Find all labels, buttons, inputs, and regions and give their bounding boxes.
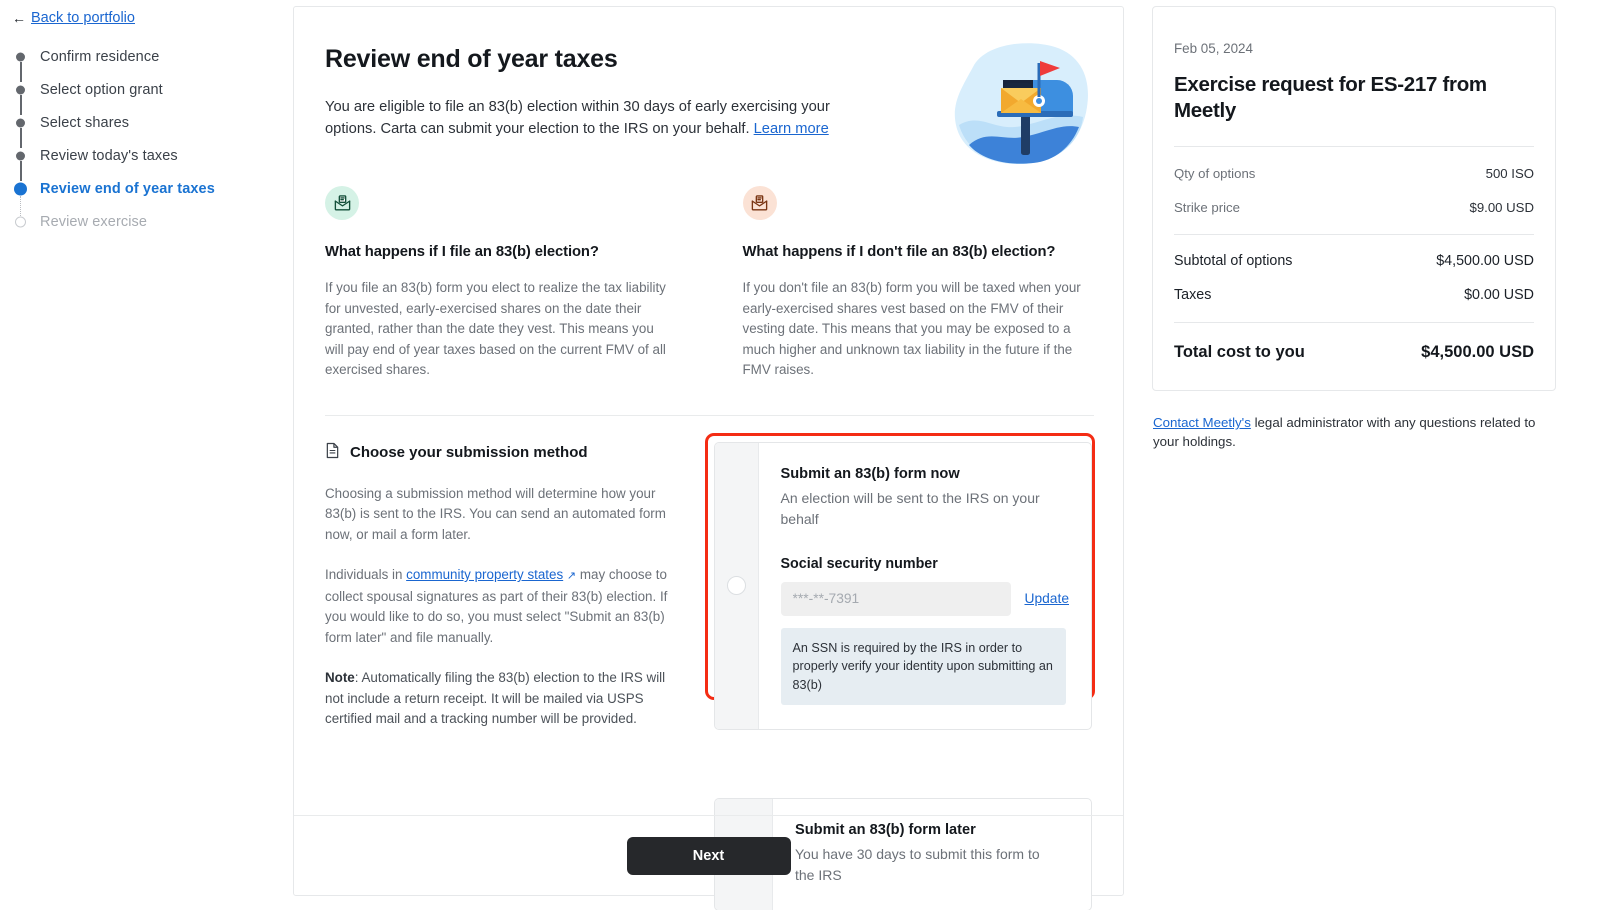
sidebar-step-review-todays-taxes[interactable]: Review today's taxes [0,139,293,181]
option-title: Submit an 83(b) form now [780,465,960,482]
summary-divider [1174,322,1534,323]
summary-row-label: Taxes [1174,287,1212,303]
sidebar-step-label: Select option grant [40,81,163,98]
sidebar-step-label: Review today's taxes [40,147,178,164]
sidebar-step-label: Confirm residence [40,48,160,65]
sidebar-step-review-end-of-year-taxes[interactable]: Review end of year taxes [0,172,293,216]
ssn-input[interactable] [780,581,1011,616]
note-text: : Automatically filing the 83(b) electio… [325,670,666,726]
faq-answer: If you don't file an 83(b) form you will… [742,280,1081,377]
summary-row-strike-price: Strike price $9.00 USD [1174,200,1534,215]
summary-row-subtotal: Subtotal of options $4,500.00 USD [1174,253,1534,269]
option-subtitle: An election will be sent to the IRS on y… [780,489,1040,527]
summary-row-label: Subtotal of options [1174,253,1293,269]
submission-paragraph-2: Individuals in community property states… [325,565,683,648]
ssn-info-box: An SSN is required by the IRS in order t… [780,627,1066,705]
back-to-portfolio-label: Back to portfolio [31,10,135,26]
summary-divider [1174,146,1534,147]
summary-column: Feb 05, 2024 Exercise request for ES-217… [1152,6,1556,451]
sidebar-step-review-exercise[interactable]: Review exercise [0,205,293,238]
summary-row-qty: Qty of options 500 ISO [1174,166,1534,181]
back-to-portfolio-link[interactable]: ← Back to portfolio [12,10,135,26]
submission-section-title: Choose your submission method [350,444,588,461]
community-property-states-link[interactable]: community property states [406,567,563,582]
summary-total-value: $4,500.00 USD [1421,343,1534,361]
summary-title: Exercise request for ES-217 from Meetly [1174,73,1487,122]
sidebar-step-confirm-residence[interactable]: Confirm residence [0,40,293,82]
option-card-submit-now[interactable]: Submit an 83(b) form now An election wil… [714,441,1092,730]
faq-answer: If you file an 83(b) form you elect to r… [325,280,666,377]
faq-row: What happens if I file an 83(b) election… [325,186,1092,381]
external-link-icon: ↗ [566,570,577,582]
note-label: Note [325,670,355,685]
ssn-field-row: Update [780,581,1070,616]
contact-admin-note: Contact Meetly's legal administrator wit… [1152,413,1556,451]
summary-row-label: Qty of options [1174,166,1256,181]
faq-question: What happens if I don't file an 83(b) el… [742,244,1056,260]
faq-question: What happens if I file an 83(b) election… [325,244,599,260]
faq-column-file: What happens if I file an 83(b) election… [325,186,675,381]
sidebar-step-label: Review end of year taxes [40,180,215,197]
wizard-step-list: Confirm residence Select option grant Se… [0,40,293,238]
summary-row-label: Strike price [1174,200,1240,215]
summary-row-taxes: Taxes $0.00 USD [1174,287,1534,303]
update-ssn-link[interactable]: Update [1025,591,1070,606]
submission-header: Choose your submission method [325,442,683,464]
summary-total-label: Total cost to you [1174,343,1305,361]
submission-paragraph-1: Choosing a submission method will determ… [325,485,666,542]
summary-row-value: $9.00 USD [1469,200,1534,215]
back-arrow-icon: ← [12,10,26,26]
mail-document-icon [325,186,359,220]
submission-note: Note: Automatically filing the 83(b) ele… [325,668,683,730]
faq-column-not-file: What happens if I don't file an 83(b) el… [742,186,1093,381]
card-body: Review end of year taxes You are eligibl… [294,7,1123,910]
document-icon [325,442,340,464]
summary-divider [1174,234,1534,235]
summary-row-value: 500 ISO [1485,166,1534,181]
summary-row-value: $4,500.00 USD [1436,253,1534,269]
contact-admin-link[interactable]: Contact Meetly's [1153,415,1251,430]
sidebar-step-label: Review exercise [40,213,148,230]
mail-document-icon [742,186,777,220]
summary-date: Feb 05, 2024 [1174,41,1253,56]
exercise-summary-card: Feb 05, 2024 Exercise request for ES-217… [1152,6,1556,391]
summary-row-total: Total cost to you $4,500.00 USD [1174,343,1534,362]
radio-button-submit-now[interactable] [726,576,746,596]
step-marker-pending [14,215,27,228]
wizard-sidebar: ← Back to portfolio Confirm residence Se… [0,0,293,910]
sidebar-step-label: Select shares [40,114,130,131]
card-footer: Next [294,815,1123,895]
section-divider [325,414,1094,416]
learn-more-link[interactable]: Learn more [754,121,829,137]
sidebar-step-select-option-grant[interactable]: Select option grant [0,73,293,115]
intro-paragraph: You are eligible to file an 83(b) electi… [325,96,885,140]
mailbox-illustration [945,37,1095,169]
option-card-content: Submit an 83(b) form now An election wil… [759,443,1092,730]
sidebar-step-select-shares[interactable]: Select shares [0,106,293,148]
step-marker-active [14,182,27,195]
option-radio-rail[interactable] [715,442,759,729]
next-button[interactable]: Next [626,836,791,875]
summary-row-value: $0.00 USD [1464,287,1534,303]
paragraph-2-pre: Individuals in [325,567,407,582]
wizard-content-card: Review end of year taxes You are eligibl… [293,6,1124,910]
ssn-field-label: Social security number [780,555,938,572]
exercise-wizard-page: ← Back to portfolio Confirm residence Se… [0,0,1600,910]
